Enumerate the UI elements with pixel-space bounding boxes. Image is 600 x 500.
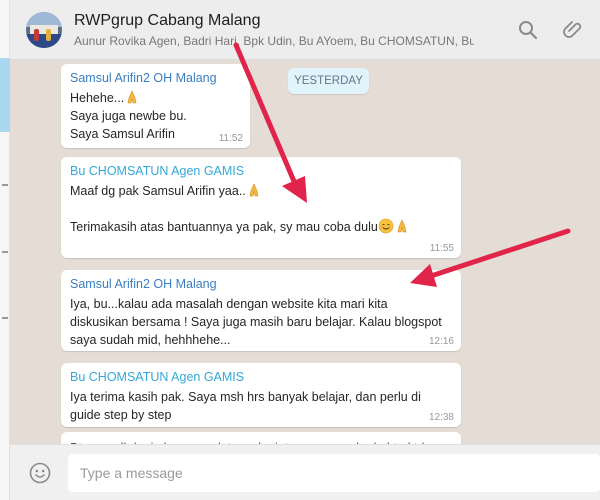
message-sender[interactable]: Bu CHOMSATUN Agen GAMIS — [70, 370, 452, 384]
smiling-face-emoji-icon — [378, 218, 394, 234]
message-text: guide step by step — [70, 408, 172, 422]
emoji-icon[interactable] — [28, 461, 52, 485]
message-sender[interactable]: Samsul Arifin2 OH Malang — [70, 71, 241, 85]
selected-chat-highlight — [0, 58, 10, 132]
message-text: saya sudah mid, hehhhehe... — [70, 333, 231, 347]
folded-hands-emoji-icon — [127, 90, 137, 104]
message-input[interactable] — [68, 454, 600, 492]
message-time: 12:16 — [428, 336, 454, 347]
search-icon[interactable] — [516, 18, 540, 42]
message-bubble[interactable]: Samsul Arifin2 OH Malang Hehehe... Saya … — [61, 64, 250, 148]
message-bubble[interactable]: Bu CHOMSATUN Agen GAMIS Iya terima kasih… — [61, 363, 461, 427]
sidebar-divider — [2, 317, 8, 319]
message-sender[interactable]: Samsul Arifin2 OH Malang — [70, 277, 452, 291]
chat-header[interactable]: RWPgrup Cabang Malang Aunur Rovika Agen,… — [10, 0, 600, 60]
message-text: diskusikan bersama ! Saya juga masih bar… — [70, 315, 442, 329]
message-bubble[interactable]: Samsul Arifin2 OH Malang Iya, bu...kalau… — [61, 270, 461, 351]
folded-hands-emoji-icon — [397, 219, 407, 233]
message-text: Saya juga newbe bu. — [70, 109, 187, 123]
message-text: Maaf dg pak Samsul Arifin yaa.. — [70, 184, 246, 198]
message-text: Iya, bu...kalau ada masalah dengan websi… — [70, 297, 388, 311]
message-time: 12:38 — [428, 412, 454, 423]
paperclip-icon[interactable] — [561, 18, 585, 42]
message-time: 11:52 — [218, 133, 243, 144]
sidebar-edge — [0, 0, 10, 500]
date-divider: YESTERDAY — [288, 68, 369, 94]
group-avatar[interactable] — [26, 12, 62, 48]
sidebar-divider — [2, 184, 8, 186]
composer-bar — [10, 444, 600, 500]
sidebar-divider — [2, 251, 8, 253]
message-bubble[interactable]: Bu CHOMSATUN Agen GAMIS Maaf dg pak Sams… — [61, 157, 461, 258]
message-text: Saya Samsul Arifin — [70, 127, 175, 141]
message-sender[interactable]: Bu CHOMSATUN Agen GAMIS — [70, 164, 452, 178]
message-text: Terimakasih atas bantuannya ya pak, sy m… — [70, 220, 378, 234]
message-text: Hehehe... — [70, 91, 125, 105]
folded-hands-emoji-icon — [249, 183, 259, 197]
message-text: Iya terima kasih pak. Saya msh hrs banya… — [70, 390, 421, 404]
chat-title[interactable]: RWPgrup Cabang Malang — [74, 12, 260, 30]
participants-list[interactable]: Aunur Rovika Agen, Badri Hari, Bpk Udin,… — [74, 34, 474, 48]
message-time: 11:55 — [429, 243, 454, 254]
